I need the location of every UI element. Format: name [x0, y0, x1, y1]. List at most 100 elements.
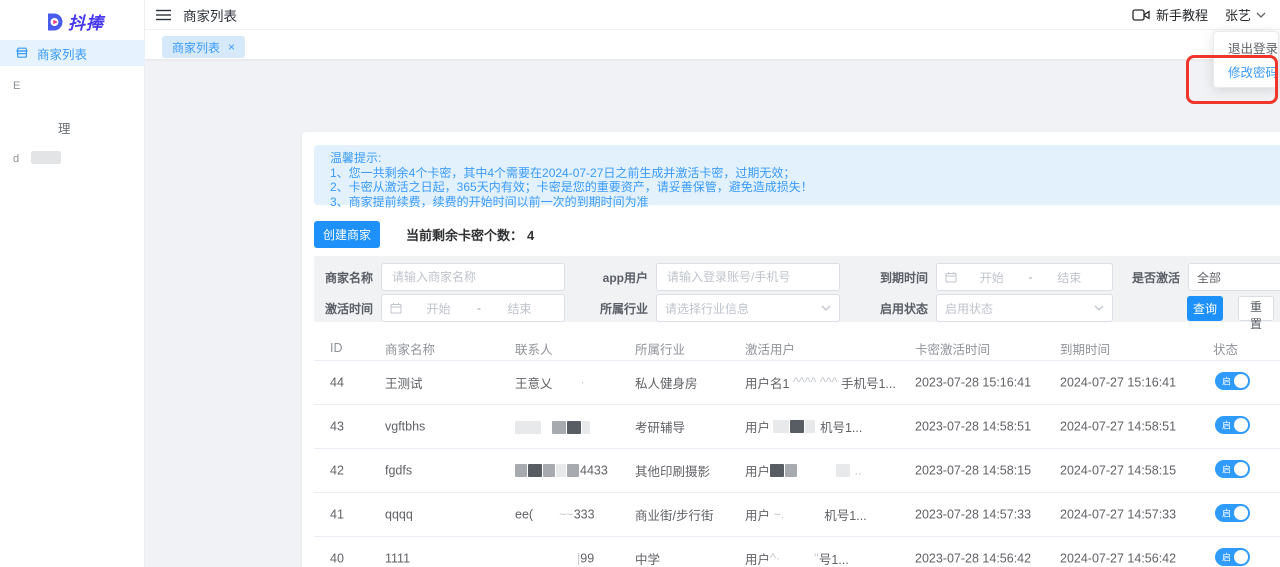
column-header: 卡密激活时间 — [915, 342, 991, 357]
merchant-name-field — [381, 263, 565, 291]
notice-line: 2、卡密从激活之日起，365天内有效；卡密是您的重要资产，请妥善保管，避免造成损… — [330, 180, 813, 195]
tab-close-icon[interactable]: × — [228, 41, 235, 53]
status-toggle[interactable]: 启 — [1215, 548, 1250, 566]
toggle-knob — [1234, 462, 1248, 476]
redaction-box — [582, 420, 590, 434]
select-placeholder: 请选择行业信息 — [665, 301, 750, 316]
sidebar-item-label: 商家列表 — [37, 47, 88, 62]
content-area: 温馨提示: 1、您一共剩余4个卡密，其中4个需要在2024-07-27日之前生成… — [145, 60, 1280, 567]
app-user-field — [656, 263, 840, 291]
search-button[interactable]: 查询 — [1187, 295, 1223, 321]
table-cell: 考研辅导 — [635, 421, 686, 435]
menu-item-change-password[interactable]: 修改密码 — [1214, 61, 1278, 85]
tutorial-button[interactable]: 新手教程 — [1132, 5, 1208, 24]
select-placeholder: 启用状态 — [945, 301, 994, 316]
status-toggle[interactable]: 启 — [1215, 460, 1250, 478]
remaining-label: 当前剩余卡密个数： — [406, 227, 524, 243]
expire-time-daterange[interactable]: 开始 - 结束 — [936, 263, 1113, 291]
sidebar-redacted-item-3: d — [13, 153, 20, 165]
menu-item-logout[interactable]: 退出登录 — [1214, 37, 1278, 61]
column-header: 到期时间 — [1060, 342, 1111, 357]
toolbar: 创建商家 当前剩余卡密个数： 4 — [314, 220, 534, 248]
date-start-placeholder: 开始 — [426, 301, 451, 316]
redaction-box — [773, 420, 790, 433]
merchant-table: ID商家名称联系人所属行业激活用户卡密激活时间到期时间状态操作 44王测试王意乂… — [314, 336, 1280, 567]
redaction-box — [790, 420, 805, 433]
filter-label-expire-time: 到期时间 — [880, 270, 929, 285]
merchant-name-input[interactable] — [390, 269, 556, 285]
select-value: 全部 — [1197, 270, 1222, 285]
menu-toggle-icon[interactable] — [156, 9, 171, 21]
table-cell: 私人健身房 — [635, 377, 698, 391]
redaction-box — [528, 464, 542, 478]
shop-icon — [15, 46, 29, 60]
date-start-placeholder: 开始 — [979, 270, 1004, 285]
table-header: ID商家名称联系人所属行业激活用户卡密激活时间到期时间状态操作 — [314, 336, 1280, 361]
redaction-box — [805, 420, 816, 433]
table-cell: 2023-07-28 15:16:41 — [915, 375, 1032, 390]
table-cell: 王意乂 · — [515, 375, 585, 392]
activate-time-daterange[interactable]: 开始 - 结束 — [381, 294, 565, 322]
filter-label-is-activated: 是否激活 — [1132, 270, 1181, 285]
app-user-input[interactable] — [665, 269, 831, 285]
tab-label: 商家列表 — [172, 40, 221, 55]
enable-status-select[interactable]: 启用状态 — [936, 294, 1113, 322]
table-row: 44 王测试 王意乂 · 私人健身房 用户名1 ^^^^ ^^^ 手机号1... 2023-… — [314, 361, 1280, 405]
table-cell: 2024-07-27 15:16:41 — [1060, 375, 1177, 390]
table-cell: 王测试 — [385, 377, 423, 391]
table-row: 40 1111 |99 中学 用户^· ''号1... 2023-07-28 14:56:4… — [314, 537, 1280, 567]
status-toggle[interactable]: 启 — [1215, 416, 1250, 434]
table-cell: qqqq — [385, 507, 413, 522]
table-cell: |99 — [577, 551, 595, 566]
sidebar-item-merchant-list[interactable]: 商家列表 — [0, 40, 145, 66]
toggle-knob — [1234, 550, 1248, 564]
filter-label-enable-status: 启用状态 — [880, 301, 929, 316]
redaction-box — [567, 464, 579, 478]
column-header: 激活用户 — [745, 342, 796, 357]
toggle-knob — [1234, 506, 1248, 520]
table-cell-status: 启 — [1213, 460, 1280, 481]
table-cell: 40 — [330, 551, 344, 566]
status-toggle[interactable]: 启 — [1215, 504, 1250, 522]
create-merchant-button[interactable]: 创建商家 — [314, 220, 380, 248]
date-end-placeholder: 结束 — [507, 301, 532, 316]
table-cell: 用户名1 ^^^^ ^^^ 手机号1... — [745, 375, 896, 392]
table-row: 42 fgdfs 4433 其他印刷摄影 用户 .. 2023-07-28 14:58:1… — [314, 449, 1280, 493]
breadcrumb-title: 商家列表 — [183, 8, 237, 24]
calendar-icon — [945, 271, 957, 283]
toggle-knob — [1234, 418, 1248, 432]
industry-select[interactable]: 请选择行业信息 — [656, 294, 840, 322]
table-cell — [515, 419, 635, 434]
notice-title: 温馨提示: — [330, 151, 382, 165]
redaction-box — [515, 420, 541, 434]
filter-label-app-user: app用户 — [602, 270, 648, 285]
column-header: 商家名称 — [385, 342, 436, 357]
table-row: 41 qqqq ee(~~333 商业街/步行街 用户 ~. 机号1... 2023-07-… — [314, 493, 1280, 537]
notice-box: 温馨提示: 1、您一共剩余4个卡密，其中4个需要在2024-07-27日之前生成… — [314, 145, 1280, 209]
user-menu-trigger[interactable]: 张艺 — [1225, 5, 1266, 24]
table-row: 43 vgftbhs 考研辅导 用户 机号1... 2023-07-28 14:58:5… — [314, 405, 1280, 449]
table-cell: vgftbhs — [385, 419, 426, 434]
is-activated-select[interactable]: 全部 — [1188, 263, 1280, 291]
filter-label-activate-time: 激活时间 — [324, 301, 373, 316]
notice-line: 3、商家提前续费，续费的开始时间以前一次的到期时间为准 — [330, 194, 649, 209]
status-toggle[interactable]: 启 — [1215, 372, 1250, 390]
chevron-down-icon — [1094, 305, 1104, 311]
column-header: 状态 — [1213, 342, 1239, 357]
date-separator: - — [477, 301, 481, 315]
chevron-down-icon — [821, 305, 831, 311]
tab-merchant-list[interactable]: 商家列表 × — [162, 36, 246, 58]
table-cell-status: 启 — [1213, 548, 1280, 567]
video-icon — [1132, 8, 1150, 22]
table-cell: 43 — [330, 419, 344, 434]
sidebar-redaction-box — [31, 151, 61, 164]
brand-logo-icon — [44, 12, 64, 32]
reset-button[interactable]: 重置 — [1238, 295, 1274, 331]
toggle-on-label: 启 — [1222, 420, 1232, 431]
table-cell: ee(~~333 — [515, 507, 595, 522]
table-cell: 中学 — [635, 553, 661, 567]
sidebar-redacted-item-1: E — [13, 80, 21, 92]
header-right: 新手教程 张艺 — [1132, 5, 1266, 24]
toggle-on-label: 启 — [1222, 508, 1232, 519]
table-cell: 2023-07-28 14:58:15 — [915, 463, 1032, 478]
